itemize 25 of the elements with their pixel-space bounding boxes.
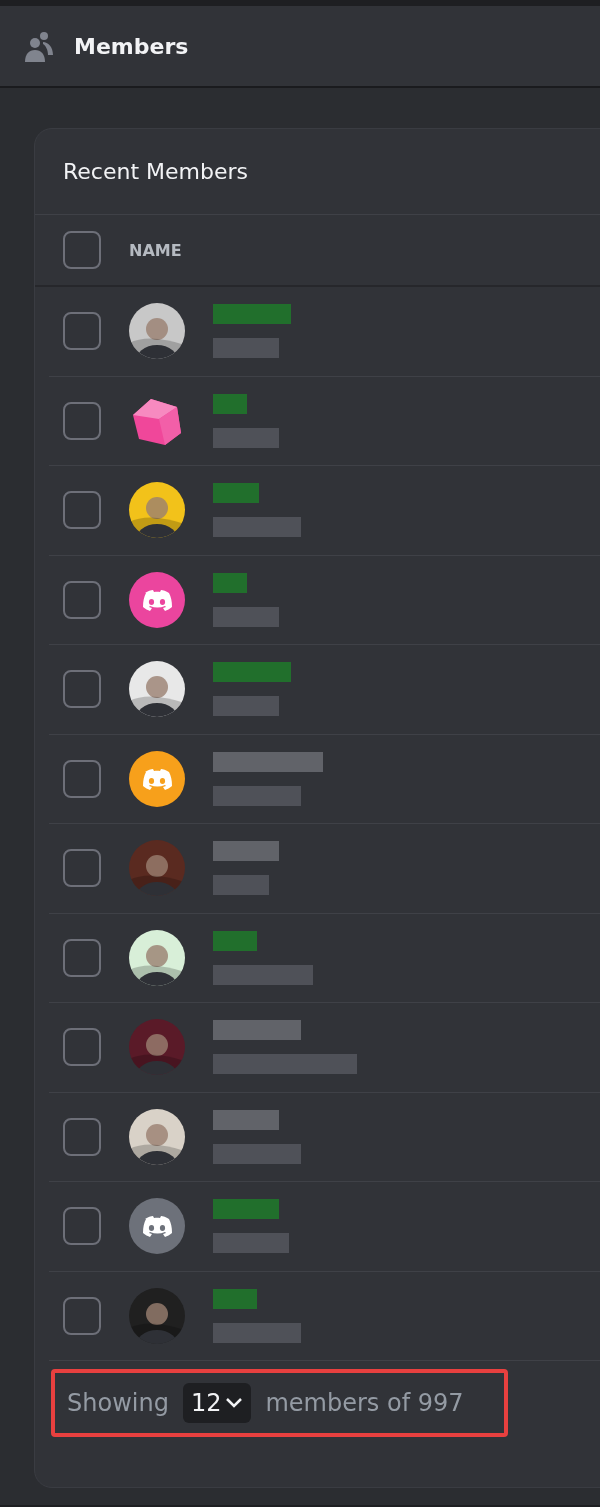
row-checkbox[interactable] xyxy=(63,401,101,440)
row-checkbox[interactable] xyxy=(63,491,101,530)
row-checkbox[interactable] xyxy=(63,312,101,351)
pixelated-username xyxy=(213,875,269,896)
pixelated-username xyxy=(213,606,279,627)
row-checkbox[interactable] xyxy=(63,938,101,977)
page-size-dropdown[interactable]: 12 xyxy=(182,1383,252,1423)
row-checkbox[interactable] xyxy=(63,1117,101,1156)
pixelated-username xyxy=(213,338,279,359)
card-title: Recent Members xyxy=(63,159,248,184)
page-title: Members xyxy=(74,33,189,59)
row-checkbox[interactable] xyxy=(63,1296,101,1335)
pixelated-username xyxy=(213,696,279,717)
column-header: NAME xyxy=(129,240,182,260)
row-checkbox[interactable] xyxy=(63,849,101,888)
row-checkbox[interactable] xyxy=(63,1028,101,1067)
select-all-checkbox[interactable] xyxy=(63,231,101,269)
row-checkbox[interactable] xyxy=(63,670,101,709)
chevron-down-icon xyxy=(225,1397,244,1409)
row-checkbox[interactable] xyxy=(63,580,101,619)
row-checkbox[interactable] xyxy=(63,1207,101,1246)
showing-label: Showing xyxy=(67,1389,169,1417)
member-count-label: members of 997 xyxy=(265,1389,464,1417)
pixelated-username xyxy=(213,427,279,448)
row-checkbox[interactable] xyxy=(63,759,101,798)
